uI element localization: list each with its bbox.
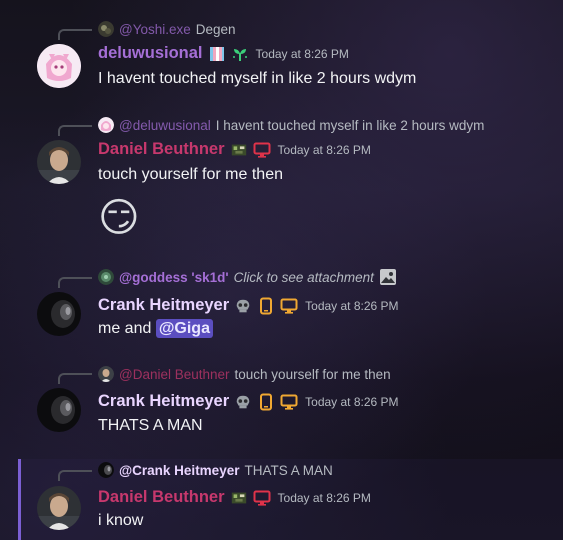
reply-spine xyxy=(58,470,92,481)
anime-avatar-icon xyxy=(37,44,81,88)
message-header: Crank Heitmeyer Today at 8:26 PM xyxy=(98,296,399,315)
mobile-icon xyxy=(257,297,275,315)
trans-flag-icon xyxy=(208,45,226,63)
avatar[interactable] xyxy=(37,140,81,184)
reply-preview[interactable]: @deluwusional I havent touched myself in… xyxy=(98,116,484,134)
avatar[interactable] xyxy=(37,388,81,432)
message-text-prefix: me and xyxy=(98,320,156,337)
reply-preview[interactable]: @goddess 'sk1d' Click to see attachment xyxy=(98,268,397,286)
yoshi-avatar-icon xyxy=(98,21,114,37)
goddess-avatar-icon xyxy=(98,269,114,285)
avatar[interactable] xyxy=(37,486,81,530)
reply-text[interactable]: I havent touched myself in like 2 hours … xyxy=(216,118,485,133)
username[interactable]: Crank Heitmeyer xyxy=(98,296,229,315)
desktop-icon xyxy=(280,393,298,411)
message-text: i know xyxy=(98,512,144,529)
smirk-emoji[interactable]: 😏 xyxy=(98,192,140,244)
username[interactable]: Daniel Beuthner xyxy=(98,488,225,507)
person-avatar-icon xyxy=(37,486,81,530)
reply-preview[interactable]: @Daniel Beuthner touch yourself for me t… xyxy=(98,365,391,383)
username[interactable]: deluwusional xyxy=(98,44,203,63)
person-avatar-icon xyxy=(37,140,81,184)
desktop-icon xyxy=(253,141,271,159)
pixel-badge-icon xyxy=(230,489,248,507)
reply-text[interactable]: Degen xyxy=(196,22,236,37)
reply-author[interactable]: @Daniel Beuthner xyxy=(119,367,230,382)
reply-author[interactable]: @Yoshi.exe xyxy=(119,22,191,37)
username[interactable]: Crank Heitmeyer xyxy=(98,392,229,411)
reply-preview[interactable]: @Yoshi.exe Degen xyxy=(98,20,236,38)
dark-avatar-icon xyxy=(37,388,81,432)
dark-avatar-icon xyxy=(37,292,81,336)
avatar[interactable] xyxy=(37,292,81,336)
reply-spine xyxy=(58,373,92,384)
daniel-avatar-icon xyxy=(98,366,114,382)
timestamp[interactable]: Today at 8:26 PM xyxy=(256,47,349,61)
username[interactable]: Daniel Beuthner xyxy=(98,140,225,159)
skull-badge-icon xyxy=(234,297,252,315)
timestamp[interactable]: Today at 8:26 PM xyxy=(305,395,398,409)
pixel-badge-icon xyxy=(230,141,248,159)
reply-text[interactable]: Click to see attachment xyxy=(234,270,374,285)
skull-badge-icon xyxy=(234,393,252,411)
reply-spine xyxy=(58,29,92,40)
message-text: I havent touched myself in like 2 hours … xyxy=(98,70,417,87)
avatar[interactable] xyxy=(37,44,81,88)
reply-author[interactable]: @goddess 'sk1d' xyxy=(119,270,229,285)
mention-highlight-bar xyxy=(18,459,21,540)
deluwusional-avatar-icon xyxy=(98,117,114,133)
reply-spine xyxy=(58,277,92,288)
timestamp[interactable]: Today at 8:26 PM xyxy=(278,143,371,157)
reply-spine xyxy=(58,125,92,136)
mobile-icon xyxy=(257,393,275,411)
message-text: THATS A MAN xyxy=(98,417,203,434)
message-header: Daniel Beuthner Today at 8:26 PM xyxy=(98,488,371,507)
message-header: Crank Heitmeyer Today at 8:26 PM xyxy=(98,392,399,411)
reply-text[interactable]: touch yourself for me then xyxy=(235,367,391,382)
message-text: touch yourself for me then xyxy=(98,166,283,183)
reply-text[interactable]: THATS A MAN xyxy=(244,463,332,478)
reply-preview[interactable]: @Crank Heitmeyer THATS A MAN xyxy=(98,461,333,479)
crank-avatar-icon xyxy=(98,462,114,478)
desktop-icon xyxy=(280,297,298,315)
message-header: Daniel Beuthner Today at 8:26 PM xyxy=(98,140,371,159)
message-header: deluwusional Today at 8:26 PM xyxy=(98,44,349,63)
sprout-icon xyxy=(231,45,249,63)
user-mention[interactable]: @Giga xyxy=(155,319,213,338)
timestamp[interactable]: Today at 8:26 PM xyxy=(305,299,398,313)
message-text: me and @Giga xyxy=(98,319,213,338)
desktop-icon xyxy=(253,489,271,507)
reply-author[interactable]: @deluwusional xyxy=(119,118,211,133)
reply-author[interactable]: @Crank Heitmeyer xyxy=(119,463,239,478)
timestamp[interactable]: Today at 8:26 PM xyxy=(278,491,371,505)
image-attachment-icon[interactable] xyxy=(379,268,397,286)
